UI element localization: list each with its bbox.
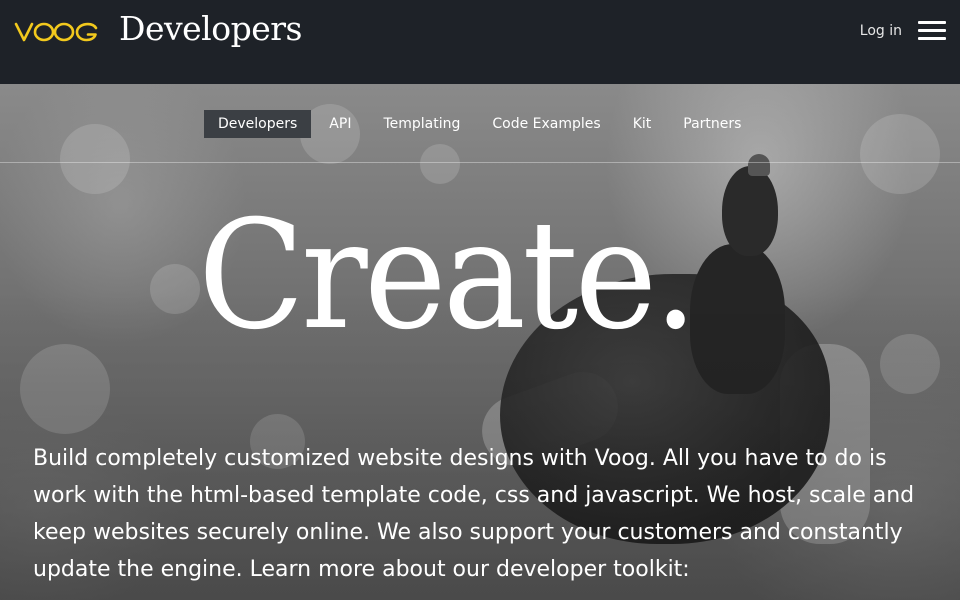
menu-bar-line <box>918 29 946 32</box>
main-nav: Developers API Templating Code Examples … <box>204 109 773 138</box>
nav-item-code-examples[interactable]: Code Examples <box>492 110 600 138</box>
nav-item-developers[interactable]: Developers <box>204 109 312 138</box>
login-link[interactable]: Log in <box>860 23 902 39</box>
voog-logo-icon <box>14 22 98 42</box>
nav-item-partners[interactable]: Partners <box>683 110 741 138</box>
nav-divider <box>0 162 960 163</box>
menu-bar-line <box>918 37 946 40</box>
voog-logo[interactable] <box>14 20 100 44</box>
top-bar: Developers Log in <box>0 0 960 84</box>
nav-item-api[interactable]: API <box>329 110 351 138</box>
hamburger-menu-icon[interactable] <box>918 20 946 42</box>
nav-item-templating[interactable]: Templating <box>383 110 460 138</box>
hero-headline: Create. <box>198 189 698 363</box>
site-title[interactable]: Developers <box>119 9 302 48</box>
menu-bar-line <box>918 21 946 24</box>
page: Developers Log in Developers API Templat… <box>0 0 960 600</box>
hero-intro-text: Build completely customized website desi… <box>33 446 915 582</box>
nav-item-kit[interactable]: Kit <box>633 110 652 138</box>
